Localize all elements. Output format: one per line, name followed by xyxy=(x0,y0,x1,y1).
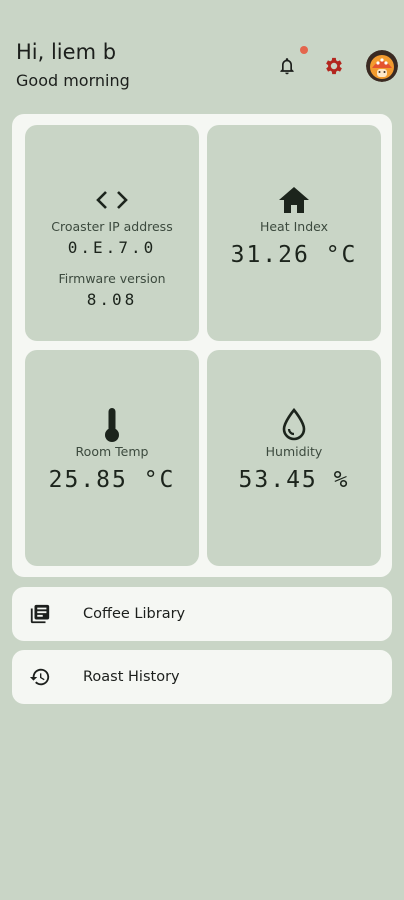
bell-icon[interactable] xyxy=(276,55,298,77)
humidity-value: 53.45 % xyxy=(238,467,350,493)
humidity-tile[interactable]: Humidity 53.45 % xyxy=(207,350,381,566)
heat-index-value: 31.26 °C xyxy=(230,242,358,268)
greeting-subtitle: Good morning xyxy=(16,71,130,90)
roast-history-label: Roast History xyxy=(83,669,180,685)
coffee-library-item[interactable]: Coffee Library xyxy=(12,587,392,641)
croaster-info-tile[interactable]: Croaster IP address 0.E.7.0 Firmware ver… xyxy=(25,125,199,341)
heat-index-tile[interactable]: Heat Index 31.26 °C xyxy=(207,125,381,341)
notification-badge xyxy=(300,46,308,54)
firmware-value: 8.08 xyxy=(86,290,138,309)
gear-icon[interactable] xyxy=(322,54,346,78)
roast-history-item[interactable]: Roast History xyxy=(12,650,392,704)
croaster-ip-value: 0.E.7.0 xyxy=(67,238,157,257)
code-icon xyxy=(95,185,129,215)
greeting-title: Hi, liem b xyxy=(16,40,117,64)
water-drop-icon xyxy=(281,408,307,441)
heat-index-label: Heat Index xyxy=(259,219,329,234)
home-icon xyxy=(278,185,310,215)
room-temp-label: Room Temp xyxy=(75,444,149,459)
thermometer-icon xyxy=(102,408,122,442)
room-temp-value: 25.85 °C xyxy=(48,467,176,493)
croaster-ip-label: Croaster IP address xyxy=(51,219,173,234)
avatar-icon[interactable] xyxy=(366,50,398,82)
library-icon xyxy=(28,602,52,626)
humidity-label: Humidity xyxy=(265,444,323,459)
history-icon xyxy=(28,665,52,689)
coffee-library-label: Coffee Library xyxy=(83,606,186,622)
header: Hi, liem b Good morning xyxy=(0,0,404,100)
firmware-label: Firmware version xyxy=(58,271,166,286)
room-temp-tile[interactable]: Room Temp 25.85 °C xyxy=(25,350,199,566)
sensor-panel: Croaster IP address 0.E.7.0 Firmware ver… xyxy=(12,114,392,577)
